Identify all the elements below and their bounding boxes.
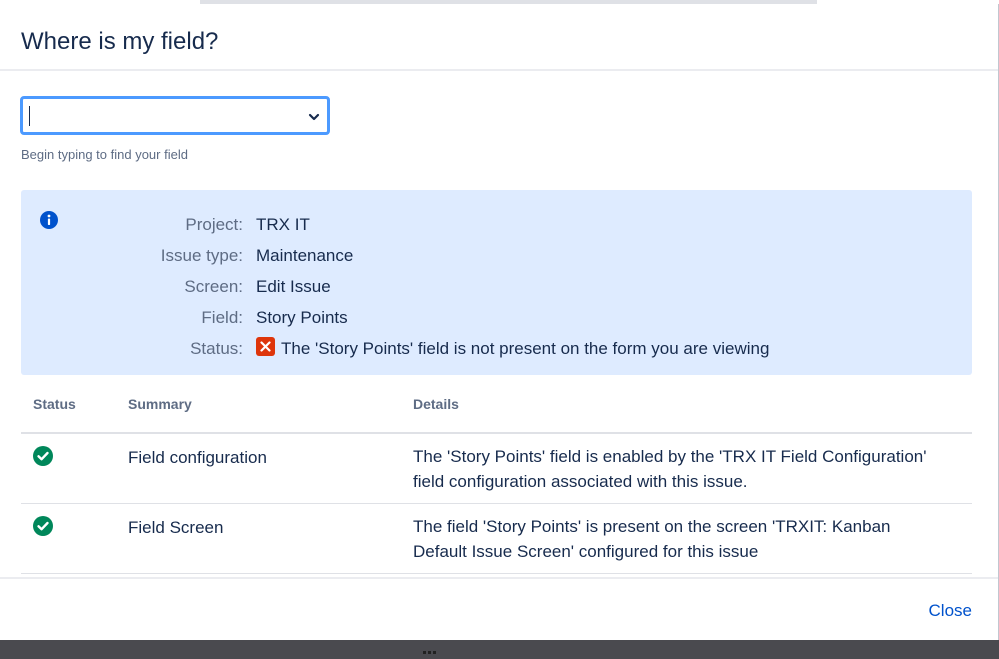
column-header-status: Status [21,396,128,434]
check-circle-icon [33,446,53,466]
summary-cell: Field configuration [128,433,413,504]
status-cell [21,433,128,504]
info-value: TRX IT [256,215,310,234]
table-row: Field Screen The field 'Story Points' is… [21,503,972,574]
details-cell: The 'Story Points' field is enabled by t… [413,433,972,504]
where-is-my-field-dialog: Where is my field? Begin typing to find … [0,4,999,640]
info-label: Project: [185,215,243,234]
info-label: Screen: [184,277,243,296]
column-header-details: Details [413,396,972,434]
info-label: Field: [201,308,243,327]
info-label: Status: [190,339,243,358]
info-value: Maintenance [256,246,354,265]
field-search-input[interactable] [27,103,301,131]
info-value-status: The 'Story Points' field is not present … [256,337,769,361]
summary-cell: Field Screen [128,503,413,574]
dialog-header: Where is my field? [0,4,998,71]
info-label: Issue type: [160,246,243,265]
info-value: Edit Issue [256,277,331,296]
details-line: The field 'Story Points' is present on t… [413,517,891,536]
table-header-row: Status Summary Details [21,396,972,434]
details-line: Default Issue Screen' configured for thi… [413,542,759,561]
error-x-icon [256,337,275,356]
status-cell [21,503,128,574]
field-check-table: Status Summary Details Field configurati… [21,396,972,574]
field-info-panel: Project: TRX IT Issue type: Maintenance … [21,190,972,375]
table-row: Field configuration The 'Story Points' f… [21,433,972,504]
info-value: Story Points [256,308,348,327]
column-header-summary: Summary [128,396,413,434]
details-line: field configuration associated with this… [413,472,748,491]
field-search-select[interactable] [20,96,330,135]
check-circle-icon [33,516,53,536]
dialog-footer: Close [0,577,998,640]
close-button[interactable]: Close [929,601,972,621]
chevron-down-icon[interactable] [307,110,321,124]
status-message: The 'Story Points' field is not present … [281,339,770,358]
details-line: The 'Story Points' field is enabled by t… [413,447,927,466]
details-cell: The field 'Story Points' is present on t… [413,503,972,574]
search-hint: Begin typing to find your field [21,147,188,162]
more-dots-icon [423,641,438,659]
dialog-title: Where is my field? [21,28,219,55]
